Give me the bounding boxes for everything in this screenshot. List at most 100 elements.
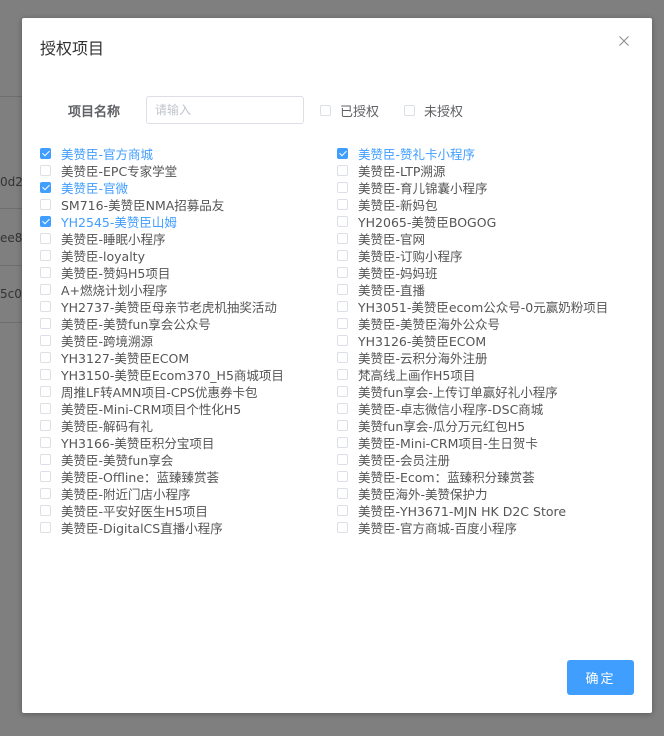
project-checkbox-item[interactable]: 美赞臣-卓志微信小程序-DSC商城: [337, 400, 608, 417]
checkbox[interactable]: [40, 403, 51, 414]
project-checkbox-item[interactable]: 美赞臣-云积分海外注册: [337, 349, 608, 366]
checkbox[interactable]: [40, 420, 51, 431]
project-checkbox-item[interactable]: 美赞臣-妈妈班: [337, 264, 608, 281]
checkbox[interactable]: [337, 420, 348, 431]
checkbox[interactable]: [337, 488, 348, 499]
project-checkbox-item[interactable]: A+燃烧计划小程序: [40, 281, 284, 298]
checkbox[interactable]: [40, 250, 51, 261]
project-checkbox-item[interactable]: 美赞臣-睡眠小程序: [40, 230, 284, 247]
checkbox[interactable]: [337, 301, 348, 312]
checkbox[interactable]: [337, 522, 348, 533]
close-icon[interactable]: [616, 33, 632, 49]
project-checkbox-item[interactable]: 美赞臣-美赞fun享会: [40, 451, 284, 468]
project-checkbox-item[interactable]: 美赞臣-会员注册: [337, 451, 608, 468]
project-checkbox-item[interactable]: YH2065-美赞臣BOGOG: [337, 213, 608, 230]
checkbox[interactable]: [337, 454, 348, 465]
checkbox[interactable]: [337, 284, 348, 295]
checkbox[interactable]: [337, 233, 348, 244]
project-checkbox-item[interactable]: 美赞臣-直播: [337, 281, 608, 298]
project-checkbox-item[interactable]: 美赞臣-官方商城: [40, 145, 284, 162]
checkbox[interactable]: [40, 437, 51, 448]
project-checkbox-item[interactable]: YH2545-美赞臣山姆: [40, 213, 284, 230]
checkbox[interactable]: [40, 369, 51, 380]
project-checkbox-item[interactable]: 美赞臣-LTP溯源: [337, 162, 608, 179]
checkbox[interactable]: [337, 403, 348, 414]
project-checkbox-item[interactable]: YH3051-美赞臣ecom公众号-0元赢奶粉项目: [337, 298, 608, 315]
project-checkbox-item[interactable]: 美赞臣-官方商城-百度小程序: [337, 519, 608, 536]
project-checkbox-item[interactable]: 美赞臣-赞妈H5项目: [40, 264, 284, 281]
project-checkbox-item[interactable]: 美赞臣-育儿锦囊小程序: [337, 179, 608, 196]
checkbox[interactable]: [40, 233, 51, 244]
project-checkbox-item[interactable]: 美赞fun享会-瓜分万元红包H5: [337, 417, 608, 434]
project-checkbox-item[interactable]: 美赞臣-新妈包: [337, 196, 608, 213]
project-checkbox-item[interactable]: 美赞臣海外-美赞保护力: [337, 485, 608, 502]
project-checkbox-item[interactable]: YH2737-美赞臣母亲节老虎机抽奖活动: [40, 298, 284, 315]
filter-unauthorized-checkbox[interactable]: [404, 104, 416, 116]
project-checkbox-item[interactable]: 美赞臣-Mini-CRM项目-生日贺卡: [337, 434, 608, 451]
filter-unauthorized-option[interactable]: 未授权: [404, 101, 463, 120]
checkbox[interactable]: [40, 335, 51, 346]
checked-checkbox[interactable]: [40, 216, 51, 227]
project-checkbox-item[interactable]: 美赞臣-美赞臣海外公众号: [337, 315, 608, 332]
checkbox[interactable]: [337, 165, 348, 176]
project-checkbox-item[interactable]: 美赞臣-解码有礼: [40, 417, 284, 434]
project-checkbox-item[interactable]: 美赞臣-附近门店小程序: [40, 485, 284, 502]
project-checkbox-item[interactable]: 美赞臣-Offline：蓝臻臻赏荟: [40, 468, 284, 485]
filter-authorized-option[interactable]: 已授权: [320, 101, 379, 120]
project-checkbox-item[interactable]: YH3166-美赞臣积分宝项目: [40, 434, 284, 451]
filter-authorized-checkbox[interactable]: [320, 104, 331, 116]
project-checkbox-item[interactable]: YH3150-美赞臣Ecom370_H5商城项目: [40, 366, 284, 383]
checkbox[interactable]: [337, 352, 348, 363]
checkbox[interactable]: [337, 216, 348, 227]
project-checkbox-item[interactable]: 美赞臣-EPC专家学堂: [40, 162, 284, 179]
checkbox[interactable]: [337, 250, 348, 261]
checked-checkbox[interactable]: [337, 148, 348, 159]
project-checkbox-item[interactable]: 美赞臣-平安好医生H5项目: [40, 502, 284, 519]
checkbox[interactable]: [40, 505, 51, 516]
checkbox[interactable]: [337, 199, 348, 210]
checkbox[interactable]: [40, 165, 51, 176]
project-checkbox-item[interactable]: 梵高线上画作H5项目: [337, 366, 608, 383]
checkbox[interactable]: [337, 335, 348, 346]
checkbox[interactable]: [40, 386, 51, 397]
checked-checkbox[interactable]: [40, 182, 51, 193]
project-checkbox-item[interactable]: 美赞臣-官微: [40, 179, 284, 196]
project-checkbox-item[interactable]: 美赞臣-Mini-CRM项目个性化H5: [40, 400, 284, 417]
checkbox[interactable]: [40, 471, 51, 482]
project-checkbox-item[interactable]: 美赞臣-跨境溯源: [40, 332, 284, 349]
project-checkbox-item[interactable]: YH3127-美赞臣ECOM: [40, 349, 284, 366]
confirm-button[interactable]: 确定: [567, 660, 634, 695]
checkbox[interactable]: [40, 522, 51, 533]
checkbox[interactable]: [337, 267, 348, 278]
project-checkbox-item[interactable]: 美赞臣-美赞fun享会公众号: [40, 315, 284, 332]
checkbox[interactable]: [337, 471, 348, 482]
checkbox[interactable]: [40, 284, 51, 295]
project-checkbox-item[interactable]: SM716-美赞臣NMA招募品友: [40, 196, 284, 213]
project-checkbox-item[interactable]: 美赞臣-订购小程序: [337, 247, 608, 264]
checkbox[interactable]: [40, 301, 51, 312]
project-checkbox-item[interactable]: 美赞臣-loyalty: [40, 247, 284, 264]
checkbox[interactable]: [40, 454, 51, 465]
project-checkbox-item[interactable]: 美赞臣-Ecom：蓝臻积分臻赏荟: [337, 468, 608, 485]
project-checkbox-item[interactable]: 美赞fun享会-上传订单赢好礼小程序: [337, 383, 608, 400]
project-checkbox-item[interactable]: YH3126-美赞臣ECOM: [337, 332, 608, 349]
checkbox[interactable]: [337, 437, 348, 448]
project-checkbox-item[interactable]: 美赞臣-YH3671-MJN HK D2C Store: [337, 502, 608, 519]
checkbox[interactable]: [337, 505, 348, 516]
checked-checkbox[interactable]: [40, 148, 51, 159]
project-checkbox-item[interactable]: 周推LF转AMN项目-CPS优惠券卡包: [40, 383, 284, 400]
checkbox[interactable]: [337, 318, 348, 329]
checkbox[interactable]: [337, 369, 348, 380]
project-checkbox-item[interactable]: 美赞臣-DigitalCS直播小程序: [40, 519, 284, 536]
checkbox[interactable]: [40, 199, 51, 210]
checkbox[interactable]: [40, 352, 51, 363]
checkbox[interactable]: [337, 386, 348, 397]
checkbox[interactable]: [40, 318, 51, 329]
project-checkbox-item[interactable]: 美赞臣-赞礼卡小程序: [337, 145, 608, 162]
checkbox[interactable]: [337, 182, 348, 193]
background-divider: [0, 322, 22, 323]
checkbox[interactable]: [40, 267, 51, 278]
project-name-search-input[interactable]: [146, 96, 304, 124]
project-checkbox-item[interactable]: 美赞臣-官网: [337, 230, 608, 247]
checkbox[interactable]: [40, 488, 51, 499]
